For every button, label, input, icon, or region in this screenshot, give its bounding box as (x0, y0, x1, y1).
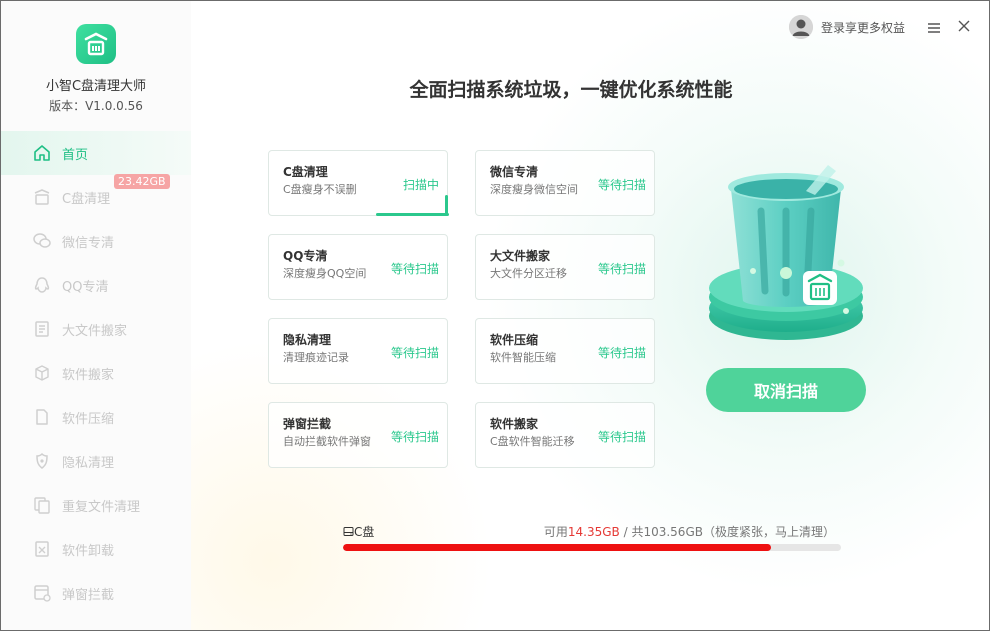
app-window: 小智C盘清理大师 版本：V1.0.0.56 首页 C盘清理 23.42GB 微信… (0, 0, 990, 631)
compress-icon (31, 406, 53, 428)
close-icon[interactable] (957, 18, 971, 37)
card-desc: 深度瘦身QQ空间 (283, 267, 367, 280)
sidebar-item-label: 弹窗拦截 (62, 587, 115, 603)
login-button[interactable]: 登录享更多权益 (789, 15, 905, 39)
disk-usage-fill (343, 544, 772, 551)
sidebar-item-label: C盘清理 (62, 191, 111, 207)
card-title: 微信专清 (490, 165, 539, 179)
card-desc: 软件智能压缩 (490, 351, 556, 364)
card-status: 等待扫描 (597, 262, 646, 276)
sidebar-item-popup-block[interactable]: 弹窗拦截 (1, 571, 191, 615)
sidebar-nav: 首页 C盘清理 23.42GB 微信专清 QQ专清 大文件搬家 软件搬家 软件压… (1, 131, 191, 615)
disk-total: 共103.56GB (631, 525, 703, 539)
card-desc: 深度瘦身微信空间 (490, 183, 578, 196)
box-icon (31, 362, 53, 384)
trash-can-icon (709, 165, 863, 340)
card-status: 等待扫描 (597, 178, 646, 192)
sidebar-item-compress[interactable]: 软件压缩 (1, 395, 191, 439)
sidebar-item-software-move[interactable]: 软件搬家 (1, 351, 191, 395)
scan-progress-indicator-edge (445, 195, 448, 215)
cancel-scan-button[interactable]: 取消扫描 (706, 368, 866, 412)
disk-note: （极度紧张，马上清理） (702, 525, 835, 539)
card-privacy[interactable]: 隐私清理 清理痕迹记录 等待扫描 (268, 318, 448, 384)
disk-info: 可用14.35GB / 共103.56GB（极度紧张，马上清理） (544, 523, 835, 540)
sidebar-item-label: 隐私清理 (62, 455, 115, 471)
sidebar-item-label: 软件卸载 (62, 543, 115, 559)
sidebar-item-privacy[interactable]: 隐私清理 (1, 439, 191, 483)
sidebar-item-label: QQ专清 (62, 279, 109, 295)
scan-progress-indicator (376, 213, 449, 216)
card-wechat[interactable]: 微信专清 深度瘦身微信空间 等待扫描 (475, 150, 655, 216)
app-name: 小智C盘清理大师 (45, 79, 147, 94)
card-status: 等待扫描 (597, 346, 646, 360)
card-status: 等待扫描 (390, 262, 439, 276)
sidebar-item-label: 微信专清 (62, 235, 115, 251)
sidebar-item-wechat[interactable]: 微信专清 (1, 219, 191, 263)
sidebar-item-qq[interactable]: QQ专清 (1, 263, 191, 307)
card-desc: 清理痕迹记录 (283, 351, 349, 364)
popup-block-icon (31, 582, 53, 604)
card-title: C盘清理 (283, 165, 328, 179)
app-logo-icon (76, 24, 116, 64)
disk-available-value: 14.35GB (567, 525, 620, 539)
sidebar: 小智C盘清理大师 版本：V1.0.0.56 首页 C盘清理 23.42GB 微信… (1, 1, 191, 630)
big-file-icon (31, 318, 53, 340)
sidebar-item-label: 首页 (62, 147, 89, 163)
duplicate-icon (31, 494, 53, 516)
card-popup-block[interactable]: 弹窗拦截 自动拦截软件弹窗 等待扫描 (268, 402, 448, 468)
sidebar-item-duplicate[interactable]: 重复文件清理 (1, 483, 191, 527)
card-software-move[interactable]: 软件搬家 C盘软件智能迁移 等待扫描 (475, 402, 655, 468)
disk-available-prefix: 可用 (543, 525, 568, 539)
sidebar-item-big-file[interactable]: 大文件搬家 (1, 307, 191, 351)
qq-icon (31, 274, 53, 296)
card-big-file[interactable]: 大文件搬家 大文件分区迁移 等待扫描 (475, 234, 655, 300)
card-desc: C盘软件智能迁移 (490, 435, 575, 448)
disk-name: C盘 (354, 525, 375, 539)
junk-size-badge: 23.42GB (114, 174, 170, 189)
uninstall-icon (31, 538, 53, 560)
card-desc: C盘瘦身不误删 (283, 183, 357, 196)
sidebar-item-label: 软件压缩 (62, 411, 115, 427)
card-title: QQ专清 (283, 249, 328, 263)
sidebar-item-label: 软件搬家 (62, 367, 115, 383)
sidebar-item-uninstall[interactable]: 软件卸载 (1, 527, 191, 571)
card-qq[interactable]: QQ专清 深度瘦身QQ空间 等待扫描 (268, 234, 448, 300)
card-title: 隐私清理 (283, 333, 332, 347)
page-headline: 全面扫描系统垃圾，一键优化系统性能 (409, 79, 733, 101)
wechat-icon (31, 230, 53, 252)
card-title: 弹窗拦截 (283, 417, 332, 431)
shield-icon (31, 450, 53, 472)
disk-icon (343, 527, 354, 536)
trash-can-illustration (691, 151, 881, 351)
card-status: 等待扫描 (390, 346, 439, 360)
disk-separator: / (619, 525, 632, 539)
card-title: 软件搬家 (490, 417, 539, 431)
broom-icon (31, 186, 53, 208)
menu-icon[interactable] (927, 19, 941, 38)
home-icon (31, 142, 53, 164)
main-panel: 登录享更多权益 全面扫描系统垃圾，一键优化系统性能 C盘清理 C盘瘦身不误删 扫… (191, 1, 989, 630)
avatar-icon (789, 15, 813, 39)
sidebar-item-label: 大文件搬家 (62, 323, 128, 339)
card-title: 大文件搬家 (490, 249, 551, 263)
card-c-clean[interactable]: C盘清理 C盘瘦身不误删 扫描中 (268, 150, 449, 216)
card-status: 等待扫描 (597, 430, 646, 444)
sidebar-item-c-clean[interactable]: C盘清理 23.42GB (1, 174, 191, 219)
disk-usage-bar (343, 544, 841, 551)
card-desc: 自动拦截软件弹窗 (283, 435, 371, 448)
login-text: 登录享更多权益 (821, 20, 906, 35)
disk-label: C盘 (343, 523, 374, 540)
card-title: 软件压缩 (490, 333, 539, 347)
card-status: 扫描中 (402, 178, 439, 192)
sidebar-item-home[interactable]: 首页 (1, 131, 191, 175)
card-status: 等待扫描 (390, 430, 439, 444)
card-compress[interactable]: 软件压缩 软件智能压缩 等待扫描 (475, 318, 655, 384)
card-desc: 大文件分区迁移 (490, 267, 567, 280)
app-version: 版本：V1.0.0.56 (49, 99, 143, 113)
sidebar-item-label: 重复文件清理 (62, 499, 141, 515)
